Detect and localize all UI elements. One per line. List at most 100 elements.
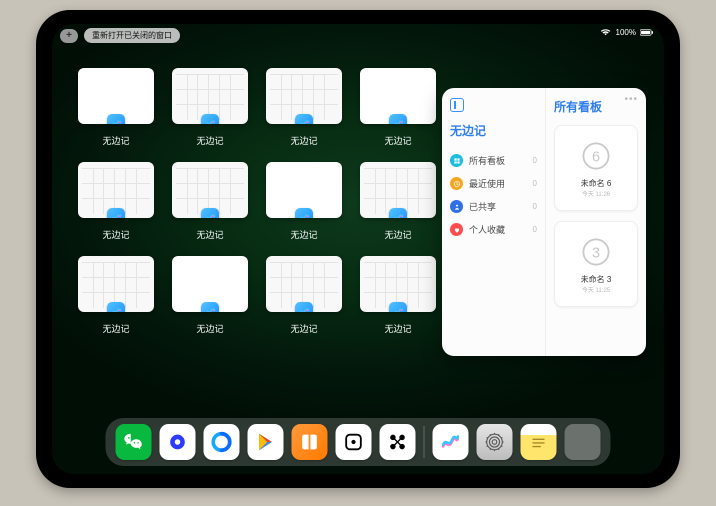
app-window-thumbnail[interactable]: 无边记 <box>78 256 154 338</box>
status-bar: 100% <box>600 28 654 37</box>
app-window-thumbnail[interactable]: 无边记 <box>172 162 248 244</box>
new-window-button[interactable]: + <box>60 29 78 43</box>
sidebar-item-count: 0 <box>533 225 537 234</box>
freeform-content: 所有看板 6未命名 6今天 11:263未命名 3今天 11:25 <box>546 88 646 356</box>
sidebar-item-label: 已共享 <box>469 200 496 213</box>
freeform-app-icon <box>389 208 407 218</box>
window-label: 无边记 <box>196 228 223 241</box>
svg-text:6: 6 <box>592 149 600 165</box>
dock <box>106 418 611 466</box>
window-thumbnail <box>360 162 436 218</box>
sidebar-item-grid[interactable]: 所有看板 0 <box>450 149 537 172</box>
window-thumbnail <box>172 68 248 124</box>
window-thumbnail <box>172 256 248 312</box>
grid-icon <box>450 154 463 167</box>
window-thumbnail <box>360 256 436 312</box>
window-label: 无边记 <box>196 134 223 147</box>
freeform-sidebar: 无边记 所有看板0最近使用0已共享0个人收藏0 <box>442 88 546 356</box>
svg-text:3: 3 <box>592 245 600 261</box>
board-time: 今天 11:25 <box>582 285 610 294</box>
freeform-app-icon <box>107 208 125 218</box>
dock-folder-icon[interactable] <box>565 424 601 460</box>
reopen-closed-window-button[interactable]: 重新打开已关闭的窗口 <box>84 28 180 43</box>
sidebar-item-clock[interactable]: 最近使用 0 <box>450 172 537 195</box>
window-label: 无边记 <box>290 322 317 335</box>
dock-freeform-icon[interactable] <box>433 424 469 460</box>
dock-notes-icon[interactable] <box>521 424 557 460</box>
sidebar-item-count: 0 <box>533 156 537 165</box>
window-label: 无边记 <box>384 228 411 241</box>
app-window-thumbnail[interactable]: 无边记 <box>360 162 436 244</box>
app-window-thumbnail[interactable]: 无边记 <box>266 256 342 338</box>
board-thumbnail[interactable]: 6 未命名 6今天 11:26 <box>554 125 638 211</box>
board-name: 未命名 3 <box>581 274 612 285</box>
window-label: 无边记 <box>384 322 411 335</box>
dock-wechat-icon[interactable] <box>116 424 152 460</box>
clock-icon <box>450 177 463 190</box>
window-label: 无边记 <box>102 228 129 241</box>
app-window-thumbnail[interactable]: 无边记 <box>360 256 436 338</box>
sidebar-item-share[interactable]: 已共享 0 <box>450 195 537 218</box>
window-thumbnail <box>266 162 342 218</box>
sidebar-item-label: 个人收藏 <box>469 223 505 236</box>
window-thumbnail <box>266 256 342 312</box>
dock-settings-icon[interactable] <box>477 424 513 460</box>
wifi-icon <box>600 29 611 36</box>
freeform-app-icon <box>107 302 125 312</box>
freeform-app-icon <box>201 208 219 218</box>
freeform-app-icon <box>107 114 125 124</box>
sidebar-item-heart[interactable]: 个人收藏 0 <box>450 218 537 241</box>
freeform-app-icon <box>295 208 313 218</box>
app-switcher-grid: 无边记无边记无边记无边记无边记无边记无边记无边记无边记无边记无边记无边记 <box>78 68 436 432</box>
heart-icon <box>450 223 463 236</box>
sidebar-item-count: 0 <box>533 202 537 211</box>
sidebar-item-label: 所有看板 <box>469 154 505 167</box>
top-bar: + 重新打开已关闭的窗口 <box>60 28 180 43</box>
more-icon[interactable]: ••• <box>624 94 638 105</box>
app-window-thumbnail[interactable]: 无边记 <box>266 162 342 244</box>
board-thumbnail[interactable]: 3 未命名 3今天 11:25 <box>554 221 638 307</box>
window-label: 无边记 <box>290 228 317 241</box>
freeform-app-icon <box>389 302 407 312</box>
window-label: 无边记 <box>196 322 223 335</box>
sidebar-toggle-icon[interactable] <box>450 98 464 112</box>
board-time: 今天 11:26 <box>582 189 610 198</box>
window-thumbnail <box>78 256 154 312</box>
board-name: 未命名 6 <box>581 178 612 189</box>
app-window-thumbnail[interactable]: 无边记 <box>172 256 248 338</box>
sidebar-item-label: 最近使用 <box>469 177 505 190</box>
window-label: 无边记 <box>290 134 317 147</box>
freeform-slideover-window[interactable]: ••• 无边记 所有看板0最近使用0已共享0个人收藏0 所有看板 6未命名 6今… <box>442 88 646 356</box>
dock-connect-icon[interactable] <box>380 424 416 460</box>
freeform-app-icon <box>295 302 313 312</box>
dock-separator <box>424 426 425 458</box>
freeform-app-icon <box>201 302 219 312</box>
window-label: 无边记 <box>102 322 129 335</box>
app-window-thumbnail[interactable]: 无边记 <box>266 68 342 150</box>
window-thumbnail <box>78 162 154 218</box>
app-window-thumbnail[interactable]: 无边记 <box>172 68 248 150</box>
dock-dice-icon[interactable] <box>336 424 372 460</box>
share-icon <box>450 200 463 213</box>
window-thumbnail <box>172 162 248 218</box>
app-window-thumbnail[interactable]: 无边记 <box>78 68 154 150</box>
sidebar-item-count: 0 <box>533 179 537 188</box>
dock-qqbrowser-icon[interactable] <box>204 424 240 460</box>
window-thumbnail <box>78 68 154 124</box>
window-thumbnail <box>266 68 342 124</box>
battery-icon <box>640 29 654 36</box>
screen: 100% + 重新打开已关闭的窗口 无边记无边记无边记无边记无边记无边记无边记无… <box>52 24 664 474</box>
app-window-thumbnail[interactable]: 无边记 <box>360 68 436 150</box>
freeform-app-icon <box>389 114 407 124</box>
board-sketch: 3 <box>578 234 614 270</box>
board-sketch: 6 <box>578 138 614 174</box>
dock-playstore-icon[interactable] <box>248 424 284 460</box>
ipad-frame: 100% + 重新打开已关闭的窗口 无边记无边记无边记无边记无边记无边记无边记无… <box>36 10 680 488</box>
dock-books-icon[interactable] <box>292 424 328 460</box>
window-label: 无边记 <box>384 134 411 147</box>
app-window-thumbnail[interactable]: 无边记 <box>78 162 154 244</box>
freeform-app-icon <box>201 114 219 124</box>
freeform-app-icon <box>295 114 313 124</box>
dock-quark-icon[interactable] <box>160 424 196 460</box>
window-thumbnail <box>360 68 436 124</box>
